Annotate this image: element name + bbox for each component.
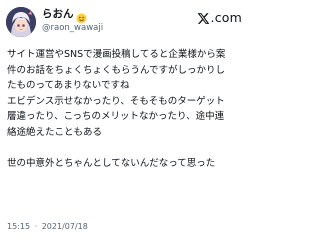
tweet-line: 絡途絶えたこともある [7,126,103,138]
author-display-name[interactable]: らおん [42,8,74,21]
avatar[interactable] [6,7,36,37]
brand-text: .com [210,10,242,25]
tweet-line: 層違ったり、こっちのメリットなかったり、途中連 [7,111,225,122]
paragraph-break [7,140,245,156]
tweet-line: 件のお話をちょくちょくもらうんですがしっかりし [7,64,226,76]
brand-logo: .com [197,9,242,27]
smile-emoji-icon [76,9,87,24]
tweet-card: らおん @raon_wawaji .com サイト運営やSNSで漫画投稿してると… [0,0,250,242]
tweet-time: 15:15 [7,222,31,231]
tweet-line: 世の中意外とちゃんとしてないんだなって思った [7,157,216,169]
tweet-line: たものってあまりないですね [7,80,130,91]
meta-separator: · [34,222,38,231]
x-logo-icon [197,12,209,24]
anime-avatar-icon [6,7,36,37]
tweet-line: エビデンス示せなかったり、そもそものターゲット [7,95,225,107]
tweet-line: サイト運営やSNSで漫画投稿してると企業様から案 [7,49,226,60]
tweet-date: 2021/07/18 [41,222,88,231]
tweet-timestamp[interactable]: 15:15 · 2021/07/18 [7,222,88,232]
author-name-row[interactable]: らおん [42,8,87,24]
author-handle[interactable]: @raon_wawaji [42,23,103,34]
tweet-body: サイト運営やSNSで漫画投稿してると企業様から案 件のお話をちょくちょくもらうん… [7,47,245,171]
